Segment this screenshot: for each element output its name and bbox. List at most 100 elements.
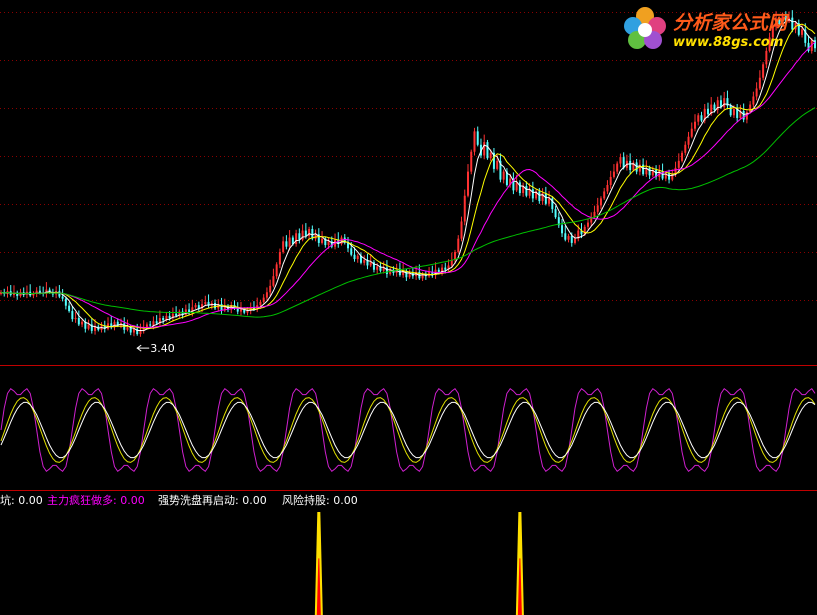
low-annotation: 3.40: [136, 342, 175, 355]
legend-label: 风险持股:: [282, 494, 330, 507]
legend-item-pit: 坑: 0.00: [0, 492, 43, 508]
candle-body: [742, 110, 745, 120]
candle-body: [668, 173, 671, 180]
candle-body: [755, 88, 758, 97]
candle-body: [64, 298, 67, 306]
candle-body: [369, 262, 372, 266]
candle-body: [77, 318, 80, 325]
legend-value: 0.00: [333, 494, 358, 507]
legend-item-risk-hold: 风险持股: 0.00: [282, 492, 358, 508]
low-price-label: 3.40: [150, 342, 175, 355]
candle-body: [762, 64, 765, 78]
candle-body: [476, 131, 479, 145]
candle-body: [694, 121, 697, 129]
candle-body: [544, 193, 547, 204]
candle-body: [752, 96, 755, 105]
candle-body: [616, 163, 619, 172]
candle-body: [732, 108, 735, 116]
candle-body: [460, 221, 463, 239]
candle-body: [538, 191, 541, 202]
candle-body: [356, 255, 359, 260]
candle-body: [450, 260, 453, 266]
candle-body: [214, 303, 217, 309]
candle-body: [304, 230, 307, 236]
ma60-line: [0, 107, 816, 318]
candle-body: [700, 115, 703, 121]
signal-spike: [515, 512, 524, 615]
candle-body: [687, 136, 690, 145]
candle-body: [282, 241, 285, 253]
ma10-line: [0, 23, 816, 329]
logo: 分析家公式网 www.88gs.com: [615, 2, 815, 54]
candle-body: [502, 171, 505, 180]
candle-body: [295, 233, 298, 244]
candle-body: [168, 315, 171, 319]
candle-body: [162, 318, 165, 321]
candle-body: [298, 233, 301, 240]
candle-body: [531, 189, 534, 199]
candle-body: [265, 292, 268, 298]
candle-body: [126, 327, 129, 330]
candle-body: [548, 198, 551, 204]
legend-value: 0.00: [120, 494, 145, 507]
legend-item-main-force: 主力疯狂做多: 0.00: [47, 492, 145, 508]
candle-body: [444, 267, 447, 270]
flower-logo-icon: [624, 7, 666, 49]
candle-body: [515, 182, 518, 191]
candle-body: [272, 276, 275, 286]
candle-body: [61, 296, 64, 299]
ma20-line: [0, 41, 816, 329]
candle-body: [489, 152, 492, 159]
candle-body: [87, 324, 90, 329]
candle-body: [697, 115, 700, 122]
logo-url: www.88gs.com: [673, 35, 784, 50]
candle-body: [713, 104, 716, 110]
candle-body: [561, 225, 564, 234]
candle-body: [204, 301, 207, 305]
oscillator-purple-line: [0, 387, 816, 473]
stock-chart: 3.40 分析家公式网 www.88gs.com 坑: 0.00 主力疯狂做多:…: [0, 0, 817, 615]
logo-title: 分析家公式网: [673, 12, 788, 34]
candle-body: [606, 185, 609, 192]
candle-body: [68, 305, 71, 312]
candle-body: [483, 142, 486, 156]
oscillator-panel: [0, 387, 816, 473]
candle-body: [729, 105, 732, 116]
candle-body: [466, 171, 469, 196]
ma5-line: [0, 19, 816, 332]
candle-body: [525, 186, 528, 196]
candle-body: [285, 241, 288, 247]
candle-body: [350, 248, 353, 255]
candle-body: [564, 233, 567, 240]
candle-body: [194, 305, 197, 308]
candle-body: [463, 195, 466, 222]
legend-label: 强势洗盘再启动:: [158, 494, 239, 507]
candle-body: [363, 260, 366, 263]
candle-body: [599, 198, 602, 206]
candle-body: [681, 152, 684, 161]
legend-value: 0.00: [18, 494, 43, 507]
candle-body: [259, 301, 262, 306]
candle-body: [269, 285, 272, 293]
candle-body: [554, 209, 557, 218]
candle-body: [81, 321, 84, 325]
candle-body: [239, 309, 242, 312]
candle-body: [609, 176, 612, 185]
legend-label: 主力疯狂做多:: [47, 494, 117, 507]
signal-panel: [314, 512, 524, 615]
oscillator-white-line: [0, 401, 816, 459]
legend-item-washout-restart: 强势洗盘再启动: 0.00: [158, 492, 267, 508]
candle-body: [603, 191, 606, 199]
candle-body: [574, 238, 577, 243]
candle-body: [486, 142, 489, 159]
candle-body: [629, 160, 632, 170]
chart-canvas: 3.40: [0, 10, 817, 615]
candle-body: [175, 313, 178, 316]
candle-body: [262, 297, 265, 302]
candle-body: [473, 131, 476, 152]
candle-body: [457, 238, 460, 253]
candle-body: [684, 144, 687, 153]
candle-body: [71, 311, 74, 320]
candle-body: [327, 241, 330, 246]
candle-body: [385, 267, 388, 275]
